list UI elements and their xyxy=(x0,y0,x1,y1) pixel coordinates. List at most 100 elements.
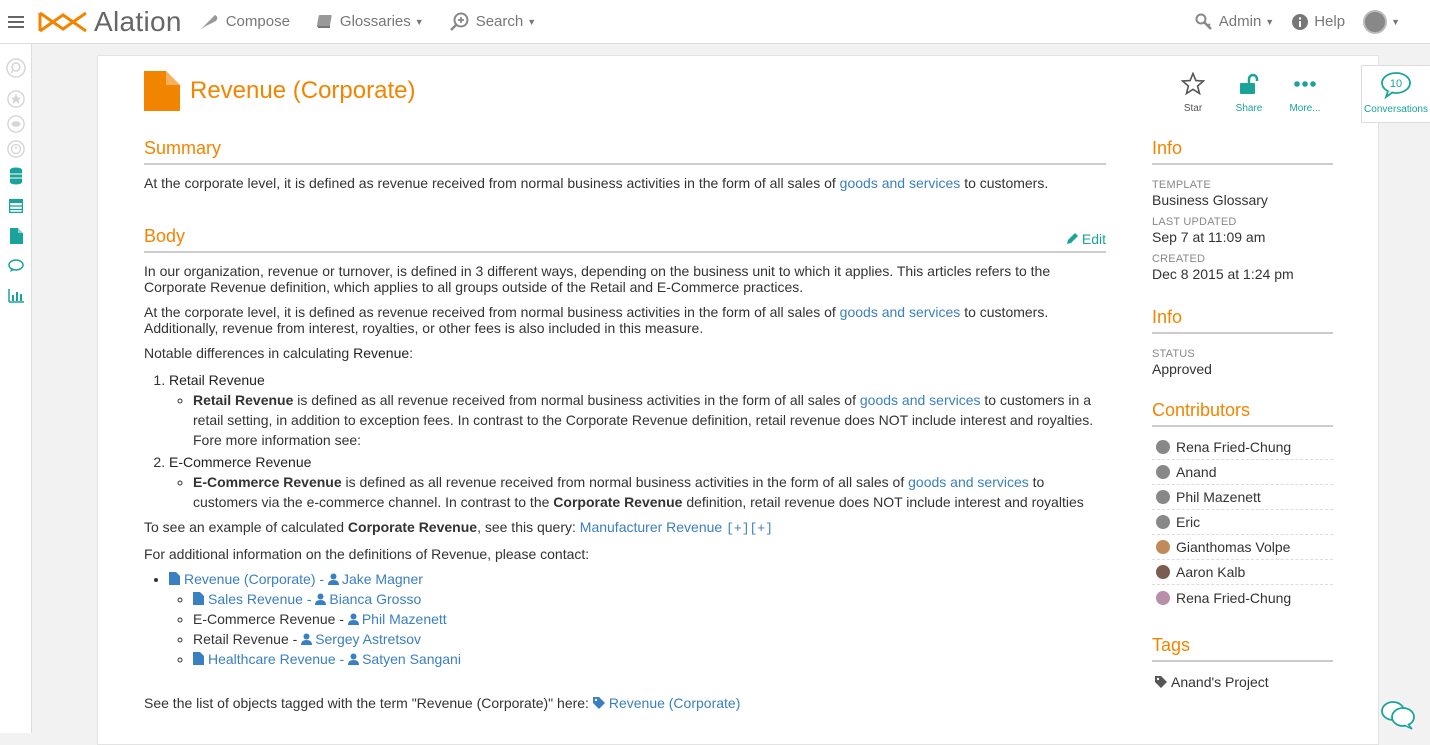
template-label: TEMPLATE xyxy=(1152,179,1211,191)
summary-text: At the corporate level, it is defined as… xyxy=(144,175,1106,191)
created-value: Dec 8 2015 at 1:24 pm xyxy=(1152,266,1294,282)
contributor-item[interactable]: Phil Mazenett xyxy=(1152,485,1333,510)
search-nav[interactable]: Search ▼ xyxy=(449,12,536,32)
li2-pre: is defined as all revenue received from … xyxy=(341,474,909,490)
contributor-item[interactable]: Rena Fried-Chung xyxy=(1152,585,1333,610)
history-icon[interactable] xyxy=(6,139,26,159)
user-link[interactable]: Sergey Astretsov xyxy=(301,631,421,647)
user-link[interactable]: Bianca Grosso xyxy=(315,591,421,607)
separator: - xyxy=(302,591,316,607)
contributor-item[interactable]: Anand xyxy=(1152,460,1333,485)
glossaries-label: Glossaries xyxy=(339,13,411,30)
more-button[interactable]: More... xyxy=(1277,72,1333,114)
table-icon[interactable] xyxy=(6,196,26,216)
avatar xyxy=(1156,590,1170,605)
more-label: More... xyxy=(1289,103,1321,114)
chart-icon[interactable] xyxy=(6,286,26,306)
search-icon[interactable] xyxy=(6,58,26,78)
list-item: E-Commerce Revenue E-Commerce Revenue is… xyxy=(169,452,1106,512)
tag-item[interactable]: Anand's Project xyxy=(1152,674,1333,690)
tag-link[interactable]: Revenue (Corporate) xyxy=(592,695,741,711)
user-link-text: Satyen Sangani xyxy=(362,651,461,667)
alation-logo-icon xyxy=(38,11,87,32)
contributor-name: Anand xyxy=(1176,464,1217,480)
glossaries-nav[interactable]: Glossaries ▼ xyxy=(316,13,424,30)
chevron-down-icon: ▼ xyxy=(414,16,424,27)
star-icon[interactable] xyxy=(6,89,26,109)
li2-bold2: Corporate Revenue xyxy=(553,494,683,510)
doc-icon xyxy=(169,572,180,585)
summary-heading-text: Summary xyxy=(144,138,222,158)
user-icon xyxy=(327,573,339,585)
goods-and-services-link[interactable]: goods and services xyxy=(840,175,961,191)
info-heading-2: Info xyxy=(1152,307,1333,334)
star-label: Star xyxy=(1183,103,1203,114)
p4-pre: To see an example of calculated xyxy=(144,519,348,535)
contributor-item[interactable]: Aaron Kalb xyxy=(1152,560,1333,585)
article-actions: Star Share More... xyxy=(1165,71,1333,114)
body-content: In our organization, revenue or turnover… xyxy=(144,263,1106,711)
compose-nav[interactable]: Compose xyxy=(200,13,290,30)
menu-icon[interactable] xyxy=(8,13,24,31)
p3-pre: Notable differences in calculating xyxy=(144,345,354,361)
doc-icon xyxy=(193,652,204,665)
tag-link-text: Revenue (Corporate) xyxy=(608,695,741,711)
li2-bold: E-Commerce Revenue xyxy=(193,474,342,490)
article-card: Revenue (Corporate) Star Share More... S… xyxy=(97,55,1379,745)
chevron-down-icon[interactable]: ▼ xyxy=(1391,17,1400,27)
conversations-tab[interactable]: 10 Conversations xyxy=(1361,65,1430,123)
help-nav[interactable]: Help xyxy=(1292,13,1345,30)
share-button[interactable]: Share xyxy=(1221,72,1277,114)
body-paragraph-1: In our organization, revenue or turnover… xyxy=(144,263,1051,295)
goods-and-services-link[interactable]: goods and services xyxy=(908,474,1029,490)
admin-nav[interactable]: Admin ▼ xyxy=(1195,13,1274,31)
goods-and-services-link[interactable]: goods and services xyxy=(860,392,981,408)
conversation-icon[interactable] xyxy=(6,256,26,276)
contacts-list: Revenue (Corporate) - Jake Magner Sales … xyxy=(169,569,1106,669)
body-paragraph-2: At the corporate level, it is defined as… xyxy=(144,304,1106,336)
contributor-item[interactable]: Eric xyxy=(1152,510,1333,535)
chat-help-button[interactable] xyxy=(1380,700,1416,733)
chat-help-icon xyxy=(1381,701,1415,730)
goods-and-services-link[interactable]: goods and services xyxy=(840,304,961,320)
user-link-text: Phil Mazenett xyxy=(361,611,447,627)
user-link[interactable]: Phil Mazenett xyxy=(347,611,447,627)
body-heading: Body Edit xyxy=(144,226,1106,253)
healthcare-revenue-link[interactable]: Healthcare Revenue xyxy=(193,651,336,667)
summary-pre: At the corporate level, it is defined as… xyxy=(144,175,840,191)
revenue-list: Retail Revenue Retail Revenue is defined… xyxy=(169,370,1106,512)
status-value: Approved xyxy=(1152,361,1212,377)
user-icon xyxy=(301,633,313,645)
query-expand-link[interactable]: [+][+] xyxy=(726,521,773,536)
list-item: Retail Revenue Retail Revenue is defined… xyxy=(169,370,1106,450)
feather-icon xyxy=(200,14,218,29)
revenue-corporate-link[interactable]: Revenue (Corporate) xyxy=(169,571,316,587)
edit-button[interactable]: Edit xyxy=(1066,231,1106,247)
contributor-name: Aaron Kalb xyxy=(1176,564,1246,580)
list-item: Retail Revenue is defined as all revenue… xyxy=(193,390,1106,450)
alation-logo[interactable]: Alation xyxy=(38,6,182,38)
article-icon[interactable] xyxy=(6,226,26,246)
user-link[interactable]: Satyen Sangani xyxy=(348,651,461,667)
body-paragraph-6: See the list of objects tagged with the … xyxy=(144,695,1106,711)
unlock-icon xyxy=(1240,73,1259,94)
star-button[interactable]: Star xyxy=(1165,71,1221,114)
doc-icon xyxy=(193,592,204,605)
contributor-name: Gianthomas Volpe xyxy=(1176,539,1291,555)
contributor-item[interactable]: Rena Fried-Chung xyxy=(1152,435,1333,460)
sales-revenue-link[interactable]: Sales Revenue xyxy=(193,591,303,607)
info-heading: Info xyxy=(1152,138,1333,165)
manufacturer-revenue-link[interactable]: Manufacturer Revenue xyxy=(580,519,722,535)
list-item: Retail Revenue - Sergey Astretsov xyxy=(193,629,1106,649)
list-item: E-Commerce Revenue is defined as all rev… xyxy=(193,472,1106,512)
page-title: Revenue (Corporate) xyxy=(190,77,416,104)
contributor-item[interactable]: Gianthomas Volpe xyxy=(1152,535,1333,560)
user-link[interactable]: Jake Magner xyxy=(327,571,423,587)
tag-icon xyxy=(1155,676,1167,688)
database-icon[interactable] xyxy=(6,166,26,186)
contributors-heading: Contributors xyxy=(1152,400,1333,427)
user-avatar[interactable] xyxy=(1363,9,1388,34)
top-nav: Alation Compose Glossaries ▼ Search ▼ Admi… xyxy=(0,0,1430,44)
eye-icon[interactable] xyxy=(6,114,26,134)
tag-icon xyxy=(592,697,605,709)
